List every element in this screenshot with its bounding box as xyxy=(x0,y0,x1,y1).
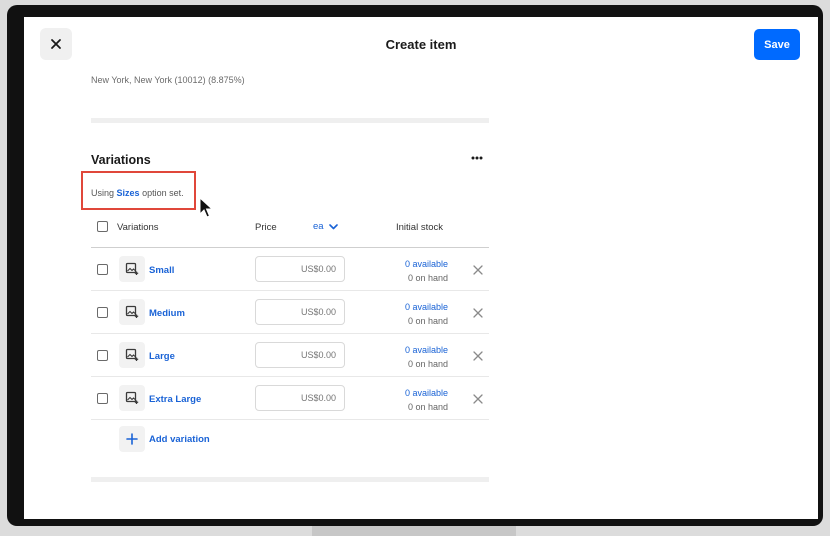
row-divider xyxy=(91,333,489,334)
image-add-icon xyxy=(125,305,139,318)
section-divider xyxy=(91,118,489,123)
row-divider xyxy=(91,290,489,291)
stock-on-hand: 0 on hand xyxy=(407,273,448,283)
chevron-down-icon xyxy=(328,223,338,229)
monitor-stand xyxy=(312,526,516,536)
add-image-button[interactable] xyxy=(119,299,145,325)
add-image-button[interactable] xyxy=(119,385,145,411)
image-add-icon xyxy=(125,348,139,361)
option-set-link[interactable]: Sizes xyxy=(117,188,140,198)
section-divider xyxy=(91,477,489,482)
unit-label: ea xyxy=(313,221,324,232)
header-divider xyxy=(91,247,489,248)
stock-on-hand: 0 on hand xyxy=(407,359,448,369)
stock-available[interactable]: 0 available xyxy=(384,302,448,312)
column-header-price: Price xyxy=(255,222,277,233)
option-set-suffix: option set. xyxy=(142,188,184,198)
stock-available[interactable]: 0 available xyxy=(384,388,448,398)
image-add-icon xyxy=(125,391,139,404)
price-input[interactable] xyxy=(255,256,345,282)
page-title: Create item xyxy=(385,37,457,52)
row-checkbox[interactable] xyxy=(97,264,108,275)
create-item-screen: Create item Save New York, New York (100… xyxy=(24,17,818,519)
option-set-note: Using Sizes option set. xyxy=(91,188,184,198)
add-variation-button[interactable] xyxy=(119,426,145,452)
variations-title: Variations xyxy=(91,153,151,167)
unit-select[interactable]: ea xyxy=(313,221,338,232)
stock-on-hand: 0 on hand xyxy=(407,402,448,412)
column-header-initial-stock: Initial stock xyxy=(396,222,443,233)
image-add-icon xyxy=(125,262,139,275)
price-input[interactable] xyxy=(255,342,345,368)
stock-available[interactable]: 0 available xyxy=(384,345,448,355)
stock-available[interactable]: 0 available xyxy=(384,259,448,269)
tax-location: New York, New York (10012) (8.875%) xyxy=(91,75,245,85)
more-horizontal-icon[interactable] xyxy=(470,151,484,165)
add-image-button[interactable] xyxy=(119,342,145,368)
row-checkbox[interactable] xyxy=(97,307,108,318)
monitor-frame: Create item Save New York, New York (100… xyxy=(7,5,823,526)
remove-x-icon[interactable] xyxy=(473,351,483,361)
variation-name[interactable]: Small xyxy=(149,265,174,276)
row-checkbox[interactable] xyxy=(97,350,108,361)
remove-x-icon[interactable] xyxy=(473,308,483,318)
row-checkbox[interactable] xyxy=(97,393,108,404)
save-button[interactable]: Save xyxy=(754,29,800,60)
remove-x-icon[interactable] xyxy=(473,394,483,404)
stock-on-hand: 0 on hand xyxy=(407,316,448,326)
column-header-variations: Variations xyxy=(117,222,159,233)
mouse-pointer-icon xyxy=(199,197,213,218)
price-input[interactable] xyxy=(255,385,345,411)
row-divider xyxy=(91,419,489,420)
row-divider xyxy=(91,376,489,377)
variation-name[interactable]: Extra Large xyxy=(149,394,201,405)
add-image-button[interactable] xyxy=(119,256,145,282)
add-variation-link[interactable]: Add variation xyxy=(149,434,210,445)
variation-name[interactable]: Medium xyxy=(149,308,185,319)
option-set-prefix: Using xyxy=(91,188,115,198)
remove-x-icon[interactable] xyxy=(473,265,483,275)
price-input[interactable] xyxy=(255,299,345,325)
variation-name[interactable]: Large xyxy=(149,351,175,362)
plus-icon xyxy=(126,433,138,445)
select-all-checkbox[interactable] xyxy=(97,221,108,232)
